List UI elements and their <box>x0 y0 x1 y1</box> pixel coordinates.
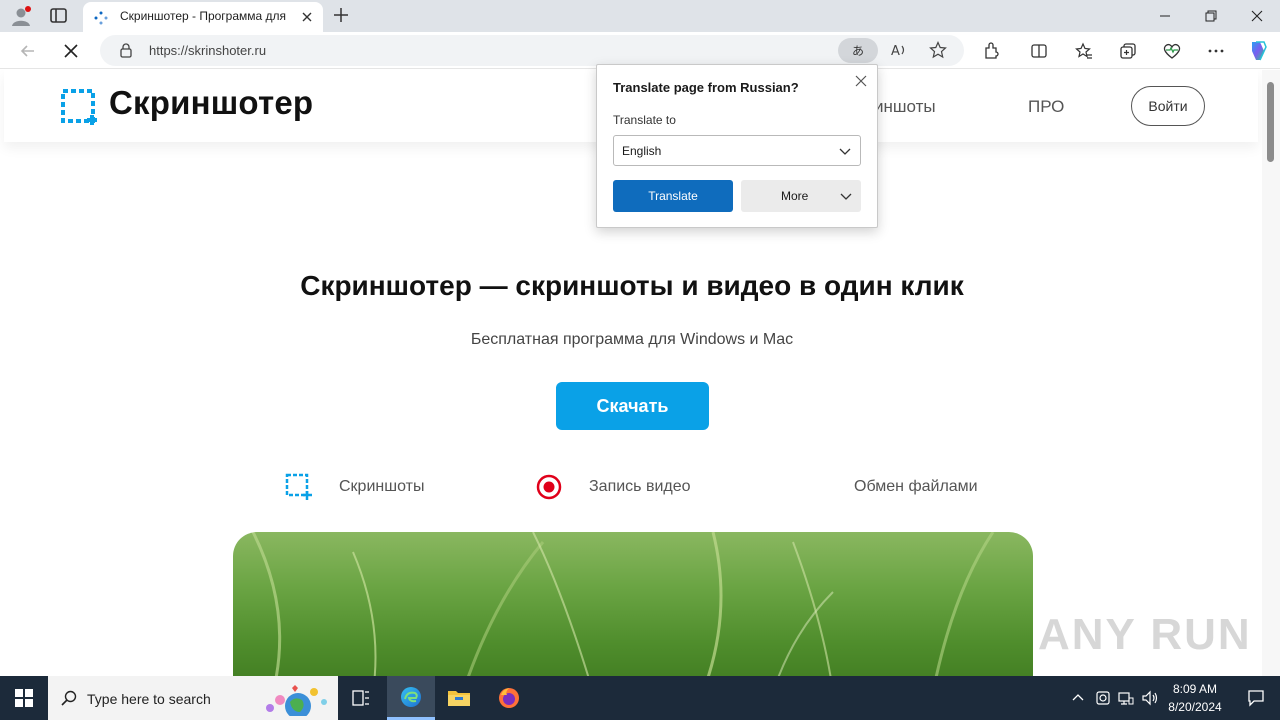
loading-favicon-icon <box>93 10 109 26</box>
translate-page-icon[interactable]: あ <box>838 38 878 63</box>
restore-icon[interactable] <box>1188 0 1234 32</box>
clock-date: 8/20/2024 <box>1168 700 1222 714</box>
nav-pro-link[interactable]: ПРО <box>1028 97 1064 117</box>
translate-popup: Translate page from Russian? Translate t… <box>596 64 878 228</box>
close-window-icon[interactable] <box>1234 0 1280 32</box>
translate-popup-title: Translate page from Russian? <box>613 80 799 95</box>
more-button-label: More <box>781 189 809 203</box>
security-tray-icon[interactable] <box>1094 688 1112 708</box>
windows-taskbar: Type here to search 8:09 AM 8/20/2024 <box>0 676 1280 720</box>
notifications-icon[interactable] <box>1232 676 1280 720</box>
favorite-star-icon[interactable] <box>929 41 947 59</box>
tray-chevron-up-icon[interactable] <box>1069 688 1087 708</box>
record-icon <box>536 474 562 500</box>
search-icon <box>61 690 77 706</box>
read-aloud-icon[interactable]: A <box>890 41 908 59</box>
tab-actions-icon[interactable] <box>48 6 70 26</box>
split-screen-icon[interactable] <box>1029 41 1049 61</box>
feature-label: Обмен файлами <box>854 478 978 495</box>
new-tab-icon[interactable] <box>332 6 350 24</box>
network-icon[interactable] <box>1117 688 1135 708</box>
lock-icon[interactable] <box>118 42 134 58</box>
address-bar[interactable]: https://skrinshoter.ru あ A <box>100 35 964 66</box>
scrollbar-thumb[interactable] <box>1267 82 1274 162</box>
minimize-icon[interactable] <box>1142 0 1188 32</box>
collections-icon[interactable] <box>1118 41 1138 61</box>
search-placeholder: Type here to search <box>87 691 211 707</box>
copilot-icon[interactable] <box>1246 39 1270 63</box>
stop-loading-icon[interactable] <box>60 40 82 62</box>
logo-text[interactable]: Скриншотер <box>109 84 313 122</box>
page-scrollbar[interactable] <box>1262 70 1280 676</box>
screenshot-frame-icon <box>285 473 313 501</box>
more-button[interactable]: More <box>741 180 861 212</box>
feature-file-sharing[interactable]: Обмен файлами <box>854 473 978 501</box>
feature-label: Скриншоты <box>339 478 425 495</box>
language-select[interactable]: English <box>613 135 861 166</box>
profile-avatar-icon[interactable] <box>10 5 32 27</box>
anyrun-watermark: ANY RUN <box>1038 610 1252 659</box>
search-highlight-image-icon <box>262 682 332 719</box>
svg-text:A: A <box>891 44 900 59</box>
chevron-down-icon <box>838 144 852 158</box>
volume-icon[interactable] <box>1141 688 1159 708</box>
hero-subtitle: Бесплатная программа для Windows и Mac <box>470 331 794 348</box>
feature-screenshots[interactable]: Скриншоты <box>285 473 424 501</box>
clock-time: 8:09 AM <box>1172 682 1218 696</box>
active-tab[interactable]: Скриншотер - Программа для <box>83 2 323 32</box>
file-explorer-icon[interactable] <box>435 676 483 720</box>
browser-tab-bar: Скриншотер - Программа для <box>0 0 1280 32</box>
extensions-icon[interactable] <box>981 41 1001 61</box>
favorites-icon[interactable] <box>1074 41 1094 61</box>
url-text[interactable]: https://skrinshoter.ru <box>149 43 266 58</box>
browser-essentials-icon[interactable] <box>1162 41 1182 61</box>
logo-icon[interactable] <box>60 88 98 126</box>
taskbar-clock[interactable]: 8:09 AM 8/20/2024 <box>1164 680 1226 716</box>
login-button[interactable]: Войти <box>1131 86 1205 126</box>
back-arrow-icon[interactable] <box>17 40 39 62</box>
translate-to-label: Translate to <box>613 113 676 127</box>
translate-button[interactable]: Translate <box>613 180 733 212</box>
hero-title: Скриншотер — скриншоты и видео в один кл… <box>300 270 964 301</box>
hero-grass-image <box>233 532 1033 676</box>
download-button[interactable]: Скачать <box>556 382 709 430</box>
taskbar-search-box[interactable]: Type here to search <box>48 676 338 720</box>
firefox-icon[interactable] <box>485 676 533 720</box>
nav-screenshots-link[interactable]: иншоты <box>874 97 936 117</box>
chevron-down-icon <box>839 189 853 203</box>
feature-label: Запись видео <box>589 478 691 495</box>
feature-video-recording[interactable]: Запись видео <box>536 473 691 501</box>
more-options-icon[interactable] <box>1206 41 1226 61</box>
tab-close-icon[interactable] <box>299 9 315 25</box>
close-icon[interactable] <box>853 73 869 89</box>
tab-title: Скриншотер - Программа для <box>120 9 287 23</box>
selected-language: English <box>622 144 662 158</box>
windows-start-icon[interactable] <box>0 676 48 720</box>
edge-taskbar-icon[interactable] <box>387 676 435 720</box>
task-view-icon[interactable] <box>337 676 385 720</box>
